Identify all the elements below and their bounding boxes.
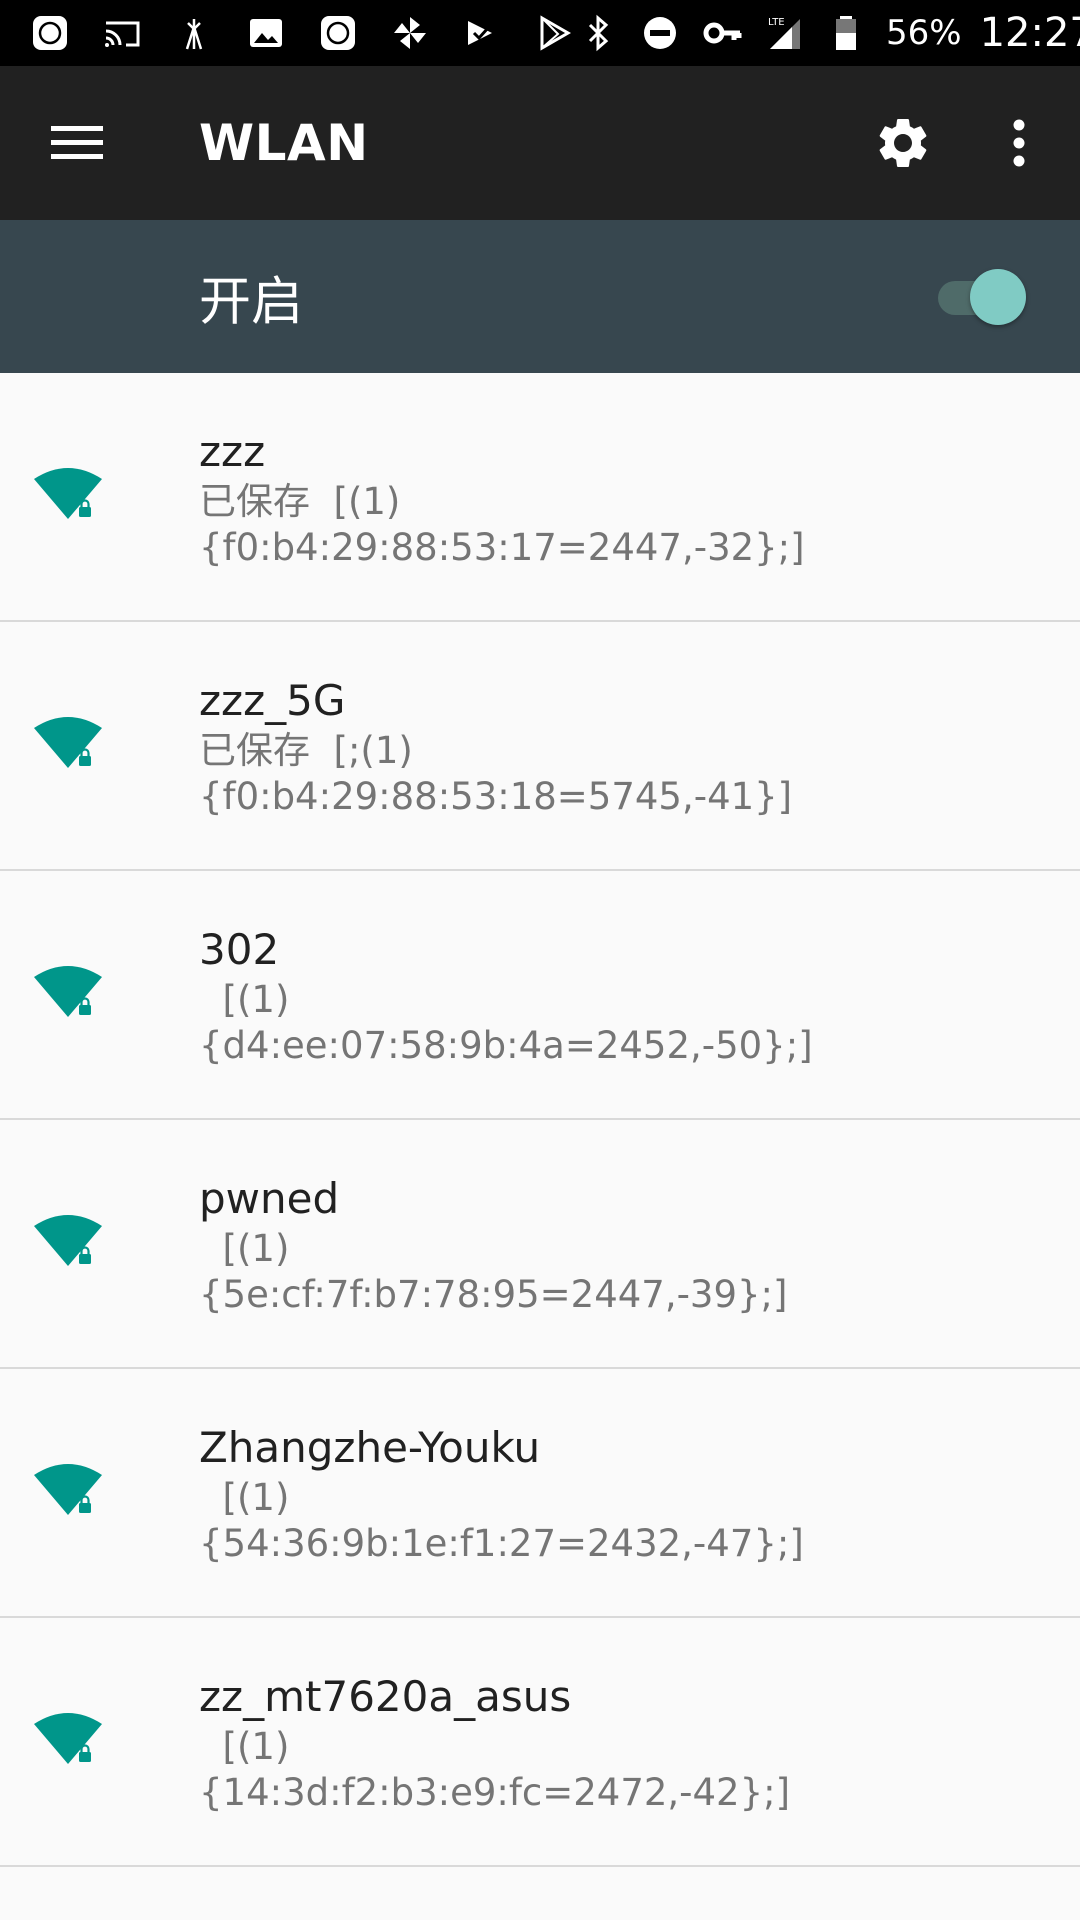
image-icon	[244, 11, 288, 55]
network-list: zzz 已保存 [(1) {f0:b4:29:88:53:17=2447,-32…	[0, 373, 1080, 1867]
network-name: 302	[199, 925, 280, 974]
play-store-icon	[532, 11, 576, 55]
page-title: WLAN	[199, 114, 369, 172]
network-item[interactable]: Zhangzhe-Youku [(1) {54:36:9b:1e:f1:27=2…	[0, 1369, 1080, 1618]
network-name: zz_mt7620a_asus	[199, 1672, 572, 1721]
app-bar: WLAN	[0, 66, 1080, 220]
network-name: zzz_5G	[199, 676, 346, 725]
status-bar-system: LTE 56% 12:27	[576, 10, 1080, 56]
do-not-disturb-icon	[638, 11, 682, 55]
network-summary: [(1) {d4:ee:07:58:9b:4a=2452,-50};]	[199, 978, 813, 1067]
pinwheel-icon	[388, 11, 432, 55]
wifi-lock-icon	[34, 966, 102, 1017]
clock: 12:27	[979, 10, 1080, 56]
network-item[interactable]: zzz_5G 已保存 [;(1) {f0:b4:29:88:53:18=5745…	[0, 622, 1080, 871]
network-summary: 已保存 [;(1) {f0:b4:29:88:53:18=5745,-41}]	[199, 729, 793, 818]
toggle-thumb	[970, 268, 1026, 325]
network-item[interactable]: zzz 已保存 [(1) {f0:b4:29:88:53:17=2447,-32…	[0, 373, 1080, 622]
more-options-button[interactable]	[992, 110, 1046, 176]
network-item[interactable]: pwned [(1) {5e:cf:7f:b7:78:95=2447,-39};…	[0, 1120, 1080, 1369]
status-bar: LTE 56% 12:27	[0, 0, 1080, 66]
wlan-toggle[interactable]	[938, 268, 1028, 325]
gear-icon	[879, 118, 927, 167]
menu-icon	[51, 126, 103, 159]
more-vert-icon	[1013, 119, 1025, 167]
network-name: Zhangzhe-Youku	[199, 1423, 541, 1472]
status-bar-notifications	[28, 11, 576, 55]
mi-icon	[28, 11, 72, 55]
antenna-icon	[172, 11, 216, 55]
network-summary: [(1) {14:3d:f2:b3:e9:fc=2472,-42};]	[199, 1725, 791, 1814]
wifi-lock-icon	[34, 1215, 102, 1266]
network-summary: [(1) {54:36:9b:1e:f1:27=2432,-47};]	[199, 1476, 804, 1565]
mi-icon	[316, 11, 360, 55]
wlan-master-switch-bar[interactable]: 开启	[0, 220, 1080, 373]
cast-icon	[100, 11, 144, 55]
vpn-key-icon	[700, 11, 744, 55]
battery-percent: 56%	[886, 13, 962, 53]
network-type-label: LTE	[768, 17, 785, 28]
switch-label: 开启	[199, 272, 304, 332]
network-summary: [(1) {5e:cf:7f:b7:78:95=2447,-39};]	[199, 1227, 788, 1316]
menu-button[interactable]	[50, 116, 104, 170]
network-item[interactable]: 302 [(1) {d4:ee:07:58:9b:4a=2452,-50};]	[0, 871, 1080, 1120]
signal-icon: LTE	[762, 11, 806, 55]
check-icon	[460, 11, 504, 55]
wifi-lock-icon	[34, 1464, 102, 1515]
wifi-lock-icon	[34, 717, 102, 768]
bluetooth-icon	[576, 11, 620, 55]
battery-icon	[824, 11, 868, 55]
wifi-lock-icon	[34, 468, 102, 519]
network-item[interactable]: zz_mt7620a_asus [(1) {14:3d:f2:b3:e9:fc=…	[0, 1618, 1080, 1867]
network-summary: 已保存 [(1) {f0:b4:29:88:53:17=2447,-32};]	[199, 480, 805, 569]
settings-button[interactable]	[870, 110, 936, 176]
network-name: zzz	[199, 427, 266, 476]
network-name: pwned	[199, 1174, 340, 1223]
wifi-lock-icon	[34, 1713, 102, 1764]
